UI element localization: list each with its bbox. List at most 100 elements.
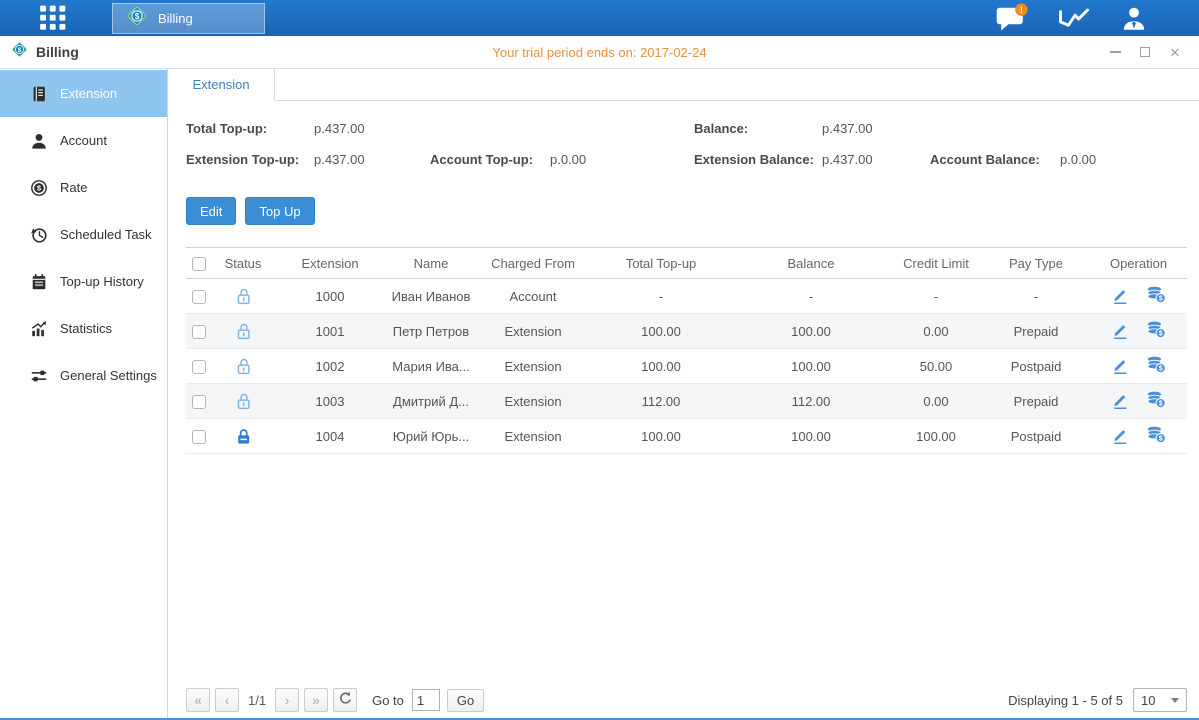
cell-total-topup: 100.00 xyxy=(590,349,732,384)
sidebar-item-label: Statistics xyxy=(60,321,112,336)
sidebar-item-general-settings[interactable]: General Settings xyxy=(0,352,167,399)
sidebar-item-label: Scheduled Task xyxy=(60,227,152,242)
status-unlocked-icon xyxy=(234,321,253,341)
row-checkbox[interactable] xyxy=(192,360,206,374)
prev-page-button[interactable]: ‹ xyxy=(215,688,239,712)
svg-text:$: $ xyxy=(1159,365,1163,373)
status-unlocked-icon xyxy=(234,391,253,411)
window-titlebar: $ Billing Your trial period ends on: 201… xyxy=(0,36,1199,69)
sidebar-item-statistics[interactable]: Statistics xyxy=(0,305,167,352)
sidebar-item-scheduled-task[interactable]: Scheduled Task xyxy=(0,211,167,258)
row-edit-button[interactable] xyxy=(1110,390,1130,413)
maximize-button[interactable] xyxy=(1137,44,1153,60)
topup-history-icon xyxy=(30,273,48,291)
next-page-button[interactable]: › xyxy=(275,688,299,712)
cell-charged-from: Account xyxy=(476,279,590,314)
sidebar-item-label: Rate xyxy=(60,180,87,195)
balance-value: p.437.00 xyxy=(822,121,873,136)
refresh-button[interactable] xyxy=(333,688,357,712)
row-topup-button[interactable]: $ xyxy=(1146,320,1167,342)
close-button[interactable]: × xyxy=(1167,44,1183,60)
page-size-select[interactable]: 10 xyxy=(1133,688,1187,712)
billing-diamond-icon: $ xyxy=(125,4,149,33)
page-indicator: 1/1 xyxy=(248,693,266,708)
row-edit-button[interactable] xyxy=(1110,285,1130,308)
cell-extension: 1003 xyxy=(274,384,386,419)
messages-icon[interactable]: ! xyxy=(995,3,1029,33)
svg-text:$: $ xyxy=(1159,400,1163,408)
column-header-name[interactable]: Name xyxy=(386,248,476,279)
cell-name: Петр Петров xyxy=(386,314,476,349)
trial-notice: Your trial period ends on: 2017-02-24 xyxy=(0,45,1199,60)
cell-balance: 112.00 xyxy=(732,384,890,419)
refresh-icon xyxy=(338,691,353,709)
goto-page-input[interactable] xyxy=(412,689,440,711)
balance-label: Balance: xyxy=(694,121,748,136)
top-up-button[interactable]: Top Up xyxy=(245,197,314,225)
row-edit-button[interactable] xyxy=(1110,320,1130,343)
svg-text:$: $ xyxy=(1159,295,1163,303)
user-icon[interactable] xyxy=(1119,5,1149,31)
cell-credit-limit: 0.00 xyxy=(890,314,982,349)
goto-label: Go to xyxy=(372,693,404,708)
column-header-extension[interactable]: Extension xyxy=(274,248,386,279)
rate-icon: $ xyxy=(30,179,48,197)
statistics-icon xyxy=(30,320,48,338)
monitor-chart-icon[interactable] xyxy=(1057,5,1091,32)
cell-balance: 100.00 xyxy=(732,314,890,349)
row-checkbox[interactable] xyxy=(192,290,206,304)
select-all-checkbox[interactable] xyxy=(192,257,206,271)
column-header-total-top-up[interactable]: Total Top-up xyxy=(590,248,732,279)
account-icon xyxy=(30,132,48,150)
taskbar-right-icons: ! xyxy=(995,3,1149,33)
displaying-count: Displaying 1 - 5 of 5 xyxy=(1008,693,1123,708)
minimize-button[interactable] xyxy=(1107,44,1123,60)
column-header-credit-limit[interactable]: Credit Limit xyxy=(890,248,982,279)
pagination-bar: « ‹ 1/1 › » Go to Go Displaying 1 - 5 of… xyxy=(186,688,1187,712)
tab-extension[interactable]: Extension xyxy=(168,69,275,101)
chevron-down-icon xyxy=(1171,698,1179,703)
general-settings-icon xyxy=(30,367,48,385)
extension-balance-value: p.437.00 xyxy=(822,152,873,167)
table-row: 1001Петр ПетровExtension100.00100.000.00… xyxy=(186,314,1187,349)
last-page-button[interactable]: » xyxy=(304,688,328,712)
svg-text:$: $ xyxy=(1159,330,1163,338)
account-balance-label: Account Balance: xyxy=(930,152,1040,167)
column-header-pay-type[interactable]: Pay Type xyxy=(982,248,1090,279)
sidebar-item-top-up-history[interactable]: Top-up History xyxy=(0,258,167,305)
column-header-balance[interactable]: Balance xyxy=(732,248,890,279)
svg-text:$: $ xyxy=(135,11,140,20)
cell-charged-from: Extension xyxy=(476,384,590,419)
sidebar-item-label: Account xyxy=(60,133,107,148)
row-topup-button[interactable]: $ xyxy=(1146,425,1167,447)
row-topup-button[interactable]: $ xyxy=(1146,390,1167,412)
cell-name: Юрий Юрь... xyxy=(386,419,476,454)
row-topup-button[interactable]: $ xyxy=(1146,285,1167,307)
first-page-button[interactable]: « xyxy=(186,688,210,712)
sidebar-item-extension[interactable]: Extension xyxy=(0,70,167,117)
go-button[interactable]: Go xyxy=(447,689,484,712)
sidebar-item-account[interactable]: Account xyxy=(0,117,167,164)
row-topup-button[interactable]: $ xyxy=(1146,355,1167,377)
scheduled-task-icon xyxy=(30,226,48,244)
cell-total-topup: 112.00 xyxy=(590,384,732,419)
billing-window-icon: $ xyxy=(10,40,29,64)
status-locked-icon xyxy=(234,426,253,446)
row-checkbox[interactable] xyxy=(192,325,206,339)
column-header-operation[interactable]: Operation xyxy=(1090,248,1187,279)
table-header-row: StatusExtensionNameCharged FromTotal Top… xyxy=(186,248,1187,279)
edit-button[interactable]: Edit xyxy=(186,197,236,225)
row-checkbox[interactable] xyxy=(192,395,206,409)
row-edit-button[interactable] xyxy=(1110,355,1130,378)
column-header-status[interactable]: Status xyxy=(212,248,274,279)
app-launcher-icon[interactable] xyxy=(38,5,68,31)
cell-extension: 1004 xyxy=(274,419,386,454)
row-edit-button[interactable] xyxy=(1110,425,1130,448)
row-checkbox[interactable] xyxy=(192,430,206,444)
sidebar: Extension Account $ Rate Scheduled Task … xyxy=(0,69,168,720)
column-header-charged-from[interactable]: Charged From xyxy=(476,248,590,279)
taskbar-tab-billing[interactable]: $ Billing xyxy=(112,3,265,34)
sidebar-item-rate[interactable]: $ Rate xyxy=(0,164,167,211)
taskbar: $ Billing ! xyxy=(0,0,1199,36)
window-title: Billing xyxy=(36,44,79,60)
